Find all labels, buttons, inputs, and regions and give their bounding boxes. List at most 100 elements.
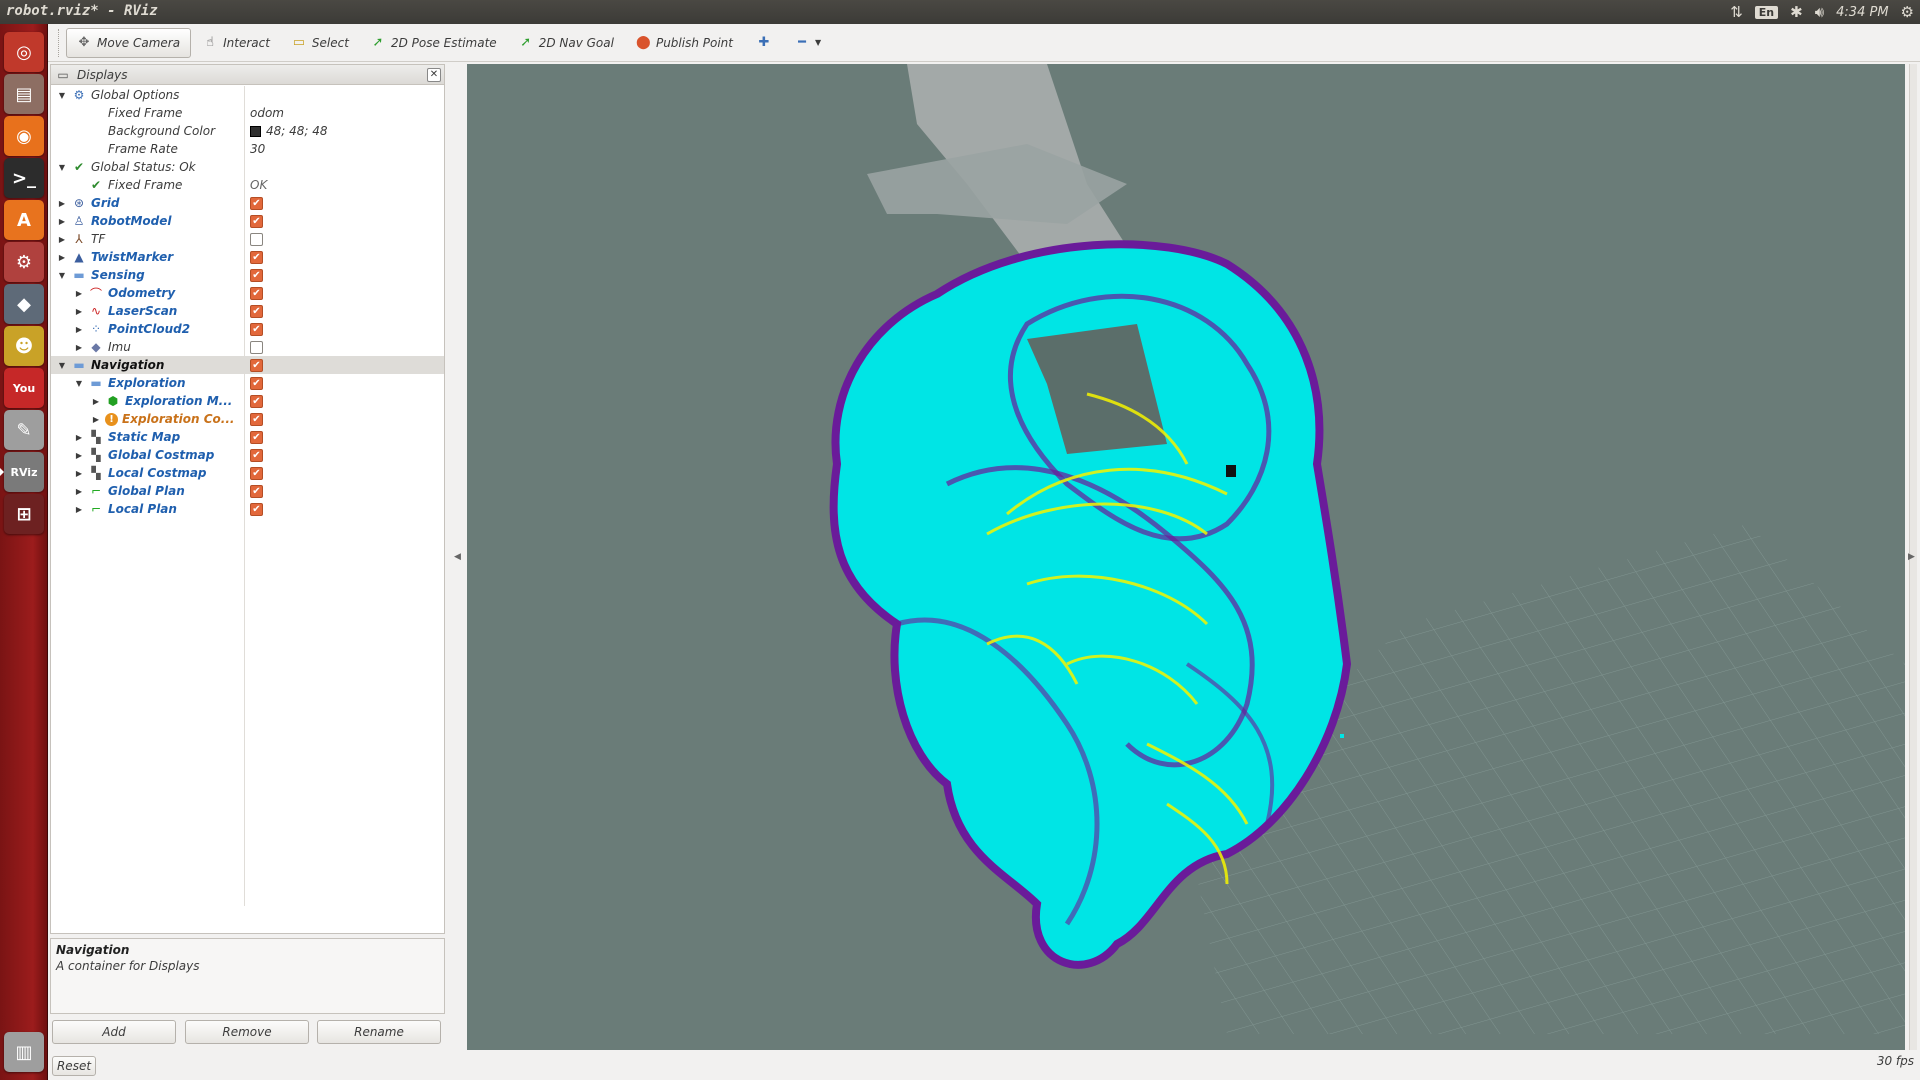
display-row-global-costmap[interactable]: ▶ ▚ Global Costmap ✔	[51, 446, 444, 464]
text-editor-icon[interactable]: ✎	[4, 410, 44, 450]
enable-checkbox[interactable]: ✔	[250, 286, 263, 300]
expand-right-icon[interactable]: ▶	[74, 343, 84, 352]
publish-point-tool[interactable]: ⬤ Publish Point	[626, 28, 743, 58]
move-camera-tool[interactable]: ✥ Move Camera	[66, 27, 192, 58]
bluetooth-icon[interactable]: ✱	[1790, 3, 1803, 21]
expand-right-icon[interactable]: ▶	[57, 217, 67, 226]
display-row-fixed-frame[interactable]: Fixed Frame odom	[51, 104, 444, 122]
enable-checkbox[interactable]: ✔	[250, 502, 263, 516]
expand-right-icon[interactable]: ▶	[74, 451, 84, 460]
display-row-navigation[interactable]: ▼ ▬ Navigation ✔	[51, 356, 444, 374]
expand-down-icon[interactable]: ▼	[57, 163, 67, 172]
keyboard-layout-indicator[interactable]: En	[1754, 5, 1779, 19]
property-value[interactable]: OK	[250, 178, 267, 192]
remove-tool-button[interactable]: ━ ▼	[785, 28, 831, 58]
splitter-left-arrow-icon[interactable]: ◀	[454, 552, 461, 562]
display-row-twistmarker[interactable]: ▶ ▲ TwistMarker ✔	[51, 248, 444, 266]
remove-display-button[interactable]: Remove	[185, 1020, 309, 1044]
2d-nav-goal-tool[interactable]: ➚ 2D Nav Goal	[509, 28, 624, 58]
display-row-robotmodel[interactable]: ▶ ♙ RobotModel ✔	[51, 212, 444, 230]
files-icon[interactable]: ▤	[4, 74, 44, 114]
display-row-exploration-m[interactable]: ▶ ⬢ Exploration M... ✔	[51, 392, 444, 410]
expand-down-icon[interactable]: ▼	[57, 361, 67, 370]
expand-right-icon[interactable]: ▶	[57, 253, 67, 262]
display-row-exploration[interactable]: ▼ ▬ Exploration ✔	[51, 374, 444, 392]
display-row-grid[interactable]: ▶ ⊛ Grid ✔	[51, 194, 444, 212]
expand-right-icon[interactable]: ▶	[74, 487, 84, 496]
display-row-imu[interactable]: ▶ ◆ Imu	[51, 338, 444, 356]
enable-checkbox[interactable]: ✔	[250, 358, 263, 372]
enable-checkbox[interactable]: ✔	[250, 376, 263, 390]
expand-right-icon[interactable]: ▶	[74, 469, 84, 478]
rename-display-button[interactable]: Rename	[317, 1020, 441, 1044]
expand-right-icon[interactable]: ▶	[91, 415, 101, 424]
system-settings-icon[interactable]: ⚙	[4, 242, 44, 282]
display-row-exploration-co[interactable]: ▶! Exploration Co... ✔	[51, 410, 444, 428]
expand-down-icon[interactable]: ▼	[57, 91, 67, 100]
display-row-local-costmap[interactable]: ▶ ▚ Local Costmap ✔	[51, 464, 444, 482]
2d-pose-estimate-tool[interactable]: ➚ 2D Pose Estimate	[361, 28, 507, 58]
display-row-global-options[interactable]: ▼ ⚙ Global Options	[51, 86, 444, 104]
expand-down-icon[interactable]: ▼	[57, 271, 67, 280]
youtube-icon[interactable]: You	[4, 368, 44, 408]
enable-checkbox[interactable]: ✔	[250, 448, 263, 462]
reset-button[interactable]: Reset	[52, 1056, 96, 1076]
workspace-switcher-icon[interactable]: ⊞	[4, 494, 44, 534]
splitter-right-arrow-icon[interactable]: ▶	[1908, 552, 1915, 562]
property-value[interactable]: 30	[250, 142, 265, 156]
display-row-frame-rate[interactable]: Frame Rate 30	[51, 140, 444, 158]
property-value[interactable]: 48; 48; 48	[266, 124, 328, 138]
enable-checkbox[interactable]: ✔	[250, 322, 263, 336]
enable-checkbox[interactable]: ✔	[250, 268, 263, 282]
add-display-button[interactable]: Add	[52, 1020, 176, 1044]
terminal-icon[interactable]: >_	[4, 158, 44, 198]
render-view[interactable]	[467, 64, 1905, 1050]
expand-right-icon[interactable]: ▶	[74, 505, 84, 514]
display-row-fixed-frame[interactable]: ✔ Fixed Frame OK	[51, 176, 444, 194]
enable-checkbox[interactable]	[250, 340, 263, 354]
enable-checkbox[interactable]: ✔	[250, 214, 263, 228]
gazebo-icon[interactable]: ◆	[4, 284, 44, 324]
display-row-global-plan[interactable]: ▶ ⌐ Global Plan ✔	[51, 482, 444, 500]
expand-right-icon[interactable]: ▶	[74, 433, 84, 442]
display-row-tf[interactable]: ▶ ⅄ TF	[51, 230, 444, 248]
expand-right-icon[interactable]: ▶	[74, 289, 84, 298]
enable-checkbox[interactable]: ✔	[250, 394, 263, 408]
clock[interactable]: 4:34 PM	[1836, 5, 1888, 20]
enable-checkbox[interactable]: ✔	[250, 412, 263, 426]
enable-checkbox[interactable]: ✔	[250, 304, 263, 318]
expand-right-icon[interactable]: ▶	[74, 325, 84, 334]
property-value[interactable]: odom	[250, 106, 284, 120]
display-row-local-plan[interactable]: ▶ ⌐ Local Plan ✔	[51, 500, 444, 518]
volume-icon[interactable]: 🔊︎	[1815, 3, 1824, 21]
enable-checkbox[interactable]: ✔	[250, 484, 263, 498]
expand-right-icon[interactable]: ▶	[57, 199, 67, 208]
enable-checkbox[interactable]: ✔	[250, 196, 263, 210]
select-tool[interactable]: ▭ Select	[282, 28, 359, 58]
enable-checkbox[interactable]	[250, 232, 263, 246]
expand-right-icon[interactable]: ▶	[74, 307, 84, 316]
rviz-icon[interactable]: RViz	[4, 452, 44, 492]
ubuntu-dash-icon[interactable]: ◎	[4, 32, 44, 72]
color-swatch[interactable]	[250, 125, 261, 137]
display-row-odometry[interactable]: ▶ ⌒ Odometry ✔	[51, 284, 444, 302]
enable-checkbox[interactable]: ✔	[250, 466, 263, 480]
display-row-sensing[interactable]: ▼ ▬ Sensing ✔	[51, 266, 444, 284]
close-icon[interactable]: ✕	[427, 68, 441, 82]
expand-right-icon[interactable]: ▶	[91, 397, 101, 406]
software-center-icon[interactable]: A	[4, 200, 44, 240]
firefox-icon[interactable]: ◉	[4, 116, 44, 156]
display-row-laserscan[interactable]: ▶ ∿ LaserScan ✔	[51, 302, 444, 320]
expand-right-icon[interactable]: ▶	[57, 235, 67, 244]
trash-icon[interactable]: ▥	[4, 1032, 44, 1072]
display-row-background-color[interactable]: Background Color 48; 48; 48	[51, 122, 444, 140]
display-row-global-status-ok[interactable]: ▼ ✔ Global Status: Ok	[51, 158, 444, 176]
network-icon[interactable]: ⇅	[1730, 3, 1743, 21]
gimp-icon[interactable]: ☻	[4, 326, 44, 366]
display-row-static-map[interactable]: ▶ ▚ Static Map ✔	[51, 428, 444, 446]
session-gear-icon[interactable]: ⚙	[1901, 3, 1914, 21]
add-tool-button[interactable]: ✚	[747, 28, 781, 58]
interact-tool[interactable]: ☝ Interact	[193, 28, 280, 58]
enable-checkbox[interactable]: ✔	[250, 430, 263, 444]
enable-checkbox[interactable]: ✔	[250, 250, 263, 264]
